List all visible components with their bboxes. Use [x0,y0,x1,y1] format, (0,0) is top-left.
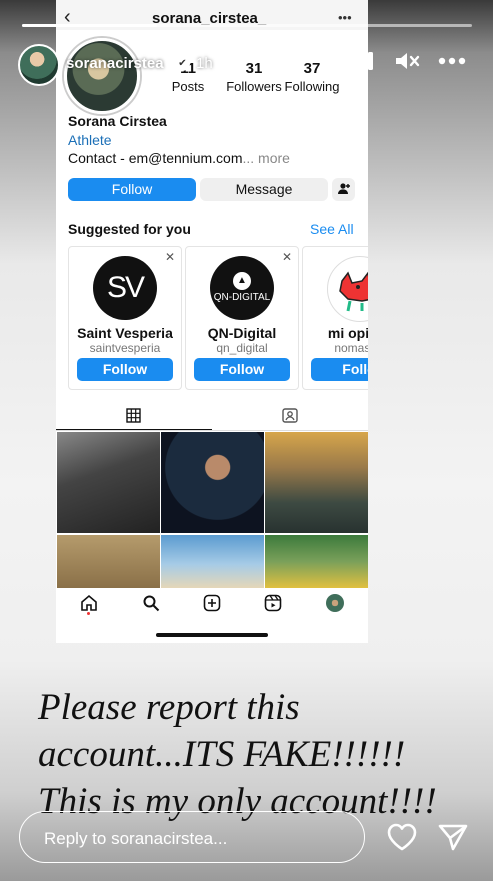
close-icon: ✕ [281,250,292,264]
suggestion-handle: qn_digital [216,341,268,355]
suggestion-card: mi opinio nomasop Follo [302,246,368,390]
bottom-nav [56,588,368,618]
profile-category: Athlete [68,132,112,148]
stat-following: 37 Following [284,60,340,94]
profile-tabs [56,400,368,431]
story-progress-fill [22,24,157,27]
suggestion-card: ✕ ▲ QN-DIGITAL QN-Digital qn_digital Fol… [185,246,299,390]
home-indicator [156,633,268,637]
caption-line: Please report this [38,687,300,728]
profile-message-button: Message [200,178,328,201]
reply-box [19,811,365,863]
suggestion-handle: nomasop [334,341,368,355]
grid-photo [265,432,368,533]
grid-photo [161,535,264,588]
search-icon [142,594,160,617]
qn-digital-logo: ▲ QN-DIGITAL [210,256,274,320]
grid-icon [126,408,141,428]
reply-input[interactable] [42,826,346,852]
profile-follow-button: Follow [68,178,196,201]
stat-followers: 31 Followers [226,60,282,94]
profile-contact: Contact - em@tennium.com... more [68,150,290,166]
tagged-icon [282,408,298,428]
suggestion-follow-button: Follow [77,358,173,381]
see-all-link: See All [310,221,354,237]
suggestion-name: Saint Vesperia [77,325,173,341]
profile-name: Sorana Cirstea [68,113,167,129]
notification-dot [87,612,90,615]
suggestion-card: ✕ SV Saint Vesperia saintvesperia Follow [68,246,182,390]
cat-illustration-logo [327,256,368,322]
like-heart-icon[interactable] [386,822,418,857]
suggestion-name: mi opinio [327,325,368,341]
add-person-icon [332,178,355,201]
grid-photo [57,535,160,588]
story-timestamp: 1h [196,55,213,72]
more-options-icon: ••• [338,10,352,25]
grid-photo [161,432,264,533]
saint-vesperia-logo: SV [93,256,157,320]
verified-badge-icon: ✔ [175,56,190,71]
story-author-avatar[interactable] [18,44,60,86]
story-caption: Please report this account...ITS FAKE!!!… [38,684,488,825]
story-progress-bar [22,24,472,27]
embedded-profile-screenshot: ‹ sorana_cirstea_ ••• 11 Posts 31 Follow… [56,0,368,643]
suggestion-handle: saintvesperia [89,341,161,355]
profile-avatar [64,38,140,114]
close-icon: ✕ [164,250,175,264]
mute-icon[interactable] [394,50,420,78]
suggestion-follow-button: Follow [194,358,290,381]
suggestion-name: QN-Digital [207,325,277,341]
more-link: ... more [242,150,290,166]
send-direct-icon[interactable] [438,823,468,856]
suggested-title: Suggested for you [68,221,191,237]
caption-line: account...ITS FAKE!!!!!! [38,734,406,775]
pause-icon[interactable] [356,50,376,78]
create-icon [203,594,221,617]
grid-photo [265,535,368,588]
reels-icon [264,594,282,617]
suggestion-follow-button: Follo [311,358,368,381]
tab-indicator [56,429,212,430]
profile-tab-avatar [326,594,344,612]
grid-photo [57,432,160,533]
more-menu-icon[interactable] [438,50,466,78]
story-username[interactable]: soranacirstea [66,55,164,72]
